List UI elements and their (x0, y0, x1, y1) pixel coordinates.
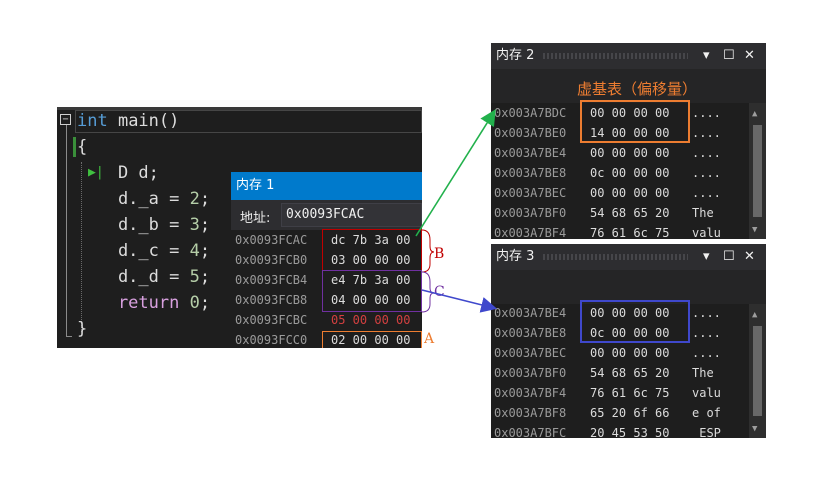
arrow-c-to-memory-3 (421, 289, 498, 313)
arrow-b-to-memory-2 (415, 109, 496, 237)
annotation-arrows (415, 109, 498, 313)
